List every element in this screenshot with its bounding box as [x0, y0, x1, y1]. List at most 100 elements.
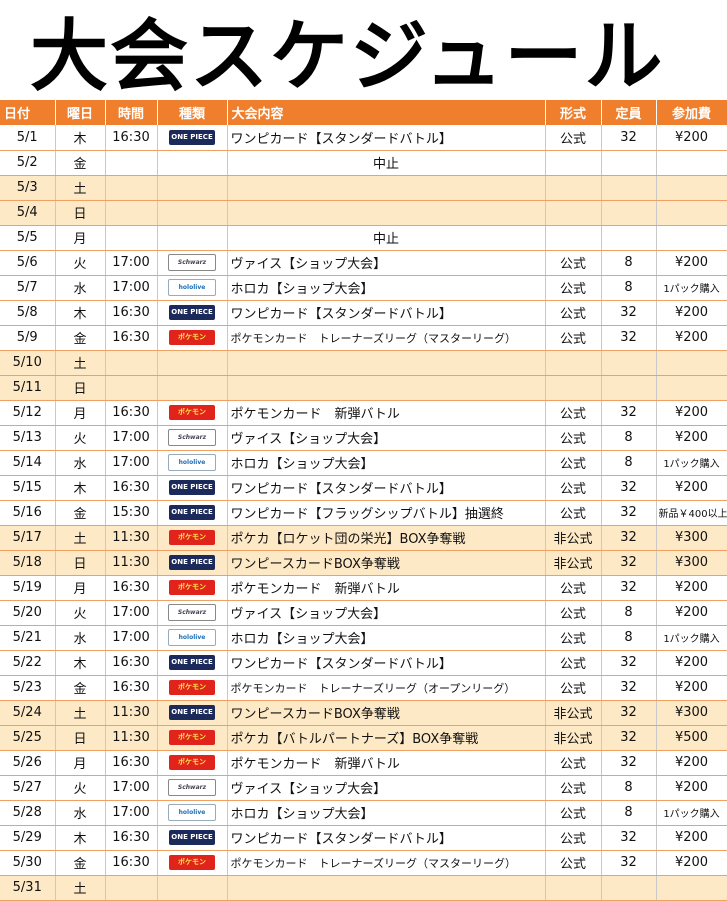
cell-capacity: 8: [601, 600, 657, 626]
table-row: 5/21 水 17:00 hololive ホロカ【ショップ大会】 公式 8 1パック購入: [0, 625, 727, 651]
cell-capacity: 32: [601, 475, 657, 501]
cell-day: 水: [55, 800, 106, 826]
cell-content: ポケモンカード 新弾バトル: [227, 750, 546, 776]
cell-day: 土: [55, 350, 106, 376]
cell-fee: ¥200: [656, 600, 727, 626]
cell-kind: ポケモン: [157, 575, 228, 601]
cell-fee: 1パック購入: [656, 800, 727, 826]
cell-capacity: 32: [601, 575, 657, 601]
cell-date: 5/20: [0, 600, 56, 626]
cell-content: 中止: [227, 225, 546, 251]
cell-kind: ポケモン: [157, 850, 228, 876]
cell-format: 公式: [545, 275, 602, 301]
cell-format: 非公式: [545, 725, 602, 751]
table-row: 5/14 水 17:00 hololive ホロカ【ショップ大会】 公式 8 1パック購入: [0, 450, 727, 476]
cell-date: 5/8: [0, 300, 56, 326]
cell-date: 5/16: [0, 500, 56, 526]
cell-day: 火: [55, 775, 106, 801]
cell-format: 公式: [545, 775, 602, 801]
table-row: 5/28 水 17:00 hololive ホロカ【ショップ大会】 公式 8 1パック購入: [0, 800, 727, 826]
table-row: 5/10 土: [0, 350, 727, 376]
cell-fee: ¥300: [656, 550, 727, 576]
cell-date: 5/28: [0, 800, 56, 826]
cell-kind: ONE PIECE: [157, 300, 228, 326]
cell-day: 水: [55, 625, 106, 651]
cell-content: ワンピースカードBOX争奪戦: [227, 550, 546, 576]
cell-kind: ONE PIECE: [157, 500, 228, 526]
cell-format: 公式: [545, 625, 602, 651]
cell-content: ワンピカード【スタンダードバトル】: [227, 475, 546, 501]
cell-kind: Schwarz: [157, 250, 228, 276]
cell-date: 5/25: [0, 725, 56, 751]
cell-time: 16:30: [105, 475, 158, 501]
cell-content: ポケカ【バトルパートナーズ】BOX争奪戦: [227, 725, 546, 751]
onepiece-logo: ONE PIECE: [169, 555, 215, 570]
cell-format: 公式: [545, 600, 602, 626]
cell-fee: 1パック購入: [656, 625, 727, 651]
cell-kind: [157, 875, 228, 901]
cell-kind: ポケモン: [157, 675, 228, 701]
header-fee: 参加費: [656, 100, 727, 125]
cell-fee: ¥200: [656, 125, 727, 151]
schwarz-logo: Schwarz: [168, 254, 216, 271]
cell-fee: ¥200: [656, 750, 727, 776]
cell-fee: ¥200: [656, 425, 727, 451]
cell-time: [105, 150, 158, 176]
cell-fee: [656, 175, 727, 201]
cell-day: 土: [55, 175, 106, 201]
cell-capacity: 8: [601, 250, 657, 276]
table-row: 5/11 日: [0, 375, 727, 401]
cell-time: 11:30: [105, 550, 158, 576]
cell-day: 金: [55, 325, 106, 351]
cell-fee: ¥200: [656, 325, 727, 351]
cell-fee: ¥200: [656, 475, 727, 501]
table-row: 5/8 木 16:30 ONE PIECE ワンピカード【スタンダードバトル】 公式 32 ¥…: [0, 300, 727, 326]
schwarz-logo: Schwarz: [168, 779, 216, 796]
cell-date: 5/1: [0, 125, 56, 151]
table-row: 5/26 月 16:30 ポケモン ポケモンカード 新弾バトル 公式 32 ¥200: [0, 750, 727, 776]
cell-date: 5/23: [0, 675, 56, 701]
cell-kind: Schwarz: [157, 425, 228, 451]
cell-kind: [157, 350, 228, 376]
cell-kind: ポケモン: [157, 325, 228, 351]
cell-format: 公式: [545, 675, 602, 701]
cell-time: 16:30: [105, 850, 158, 876]
cell-day: 土: [55, 525, 106, 551]
cell-capacity: 32: [601, 825, 657, 851]
cell-time: 16:30: [105, 125, 158, 151]
cell-fee: ¥200: [656, 300, 727, 326]
cell-fee: 1パック購入: [656, 275, 727, 301]
cell-time: [105, 225, 158, 251]
table-row: 5/17 土 11:30 ポケモン ポケカ【ロケット団の栄光】BOX争奪戦 非公式 32 ¥3…: [0, 525, 727, 551]
cell-format: 公式: [545, 500, 602, 526]
table-row: 5/13 火 17:00 Schwarz ヴァイス【ショップ大会】 公式 8 ¥200: [0, 425, 727, 451]
cell-content: 中止: [227, 150, 546, 176]
pokemon-logo: ポケモン: [169, 530, 215, 545]
cell-capacity: 32: [601, 700, 657, 726]
cell-time: 16:30: [105, 675, 158, 701]
cell-content: ワンピカード【フラッグシップバトル】抽選終: [227, 500, 546, 526]
cell-date: 5/6: [0, 250, 56, 276]
cell-day: 土: [55, 700, 106, 726]
table-row: 5/2 金 中止: [0, 150, 727, 176]
cell-format: 公式: [545, 800, 602, 826]
cell-day: 木: [55, 125, 106, 151]
cell-kind: ONE PIECE: [157, 825, 228, 851]
cell-content: [227, 175, 546, 201]
table-row: 5/5 月 中止: [0, 225, 727, 251]
table-row: 5/29 木 16:30 ONE PIECE ワンピカード【スタンダードバトル】 公式 32…: [0, 825, 727, 851]
cell-day: 火: [55, 250, 106, 276]
cell-capacity: 8: [601, 275, 657, 301]
cell-capacity: 32: [601, 525, 657, 551]
cell-format: 公式: [545, 250, 602, 276]
cell-day: 月: [55, 750, 106, 776]
cell-kind: ONE PIECE: [157, 550, 228, 576]
cell-date: 5/7: [0, 275, 56, 301]
cell-time: 17:00: [105, 275, 158, 301]
cell-content: ホロカ【ショップ大会】: [227, 275, 546, 301]
cell-time: 16:30: [105, 300, 158, 326]
cell-format: [545, 350, 602, 376]
cell-content: [227, 875, 546, 901]
cell-date: 5/10: [0, 350, 56, 376]
cell-content: [227, 350, 546, 376]
